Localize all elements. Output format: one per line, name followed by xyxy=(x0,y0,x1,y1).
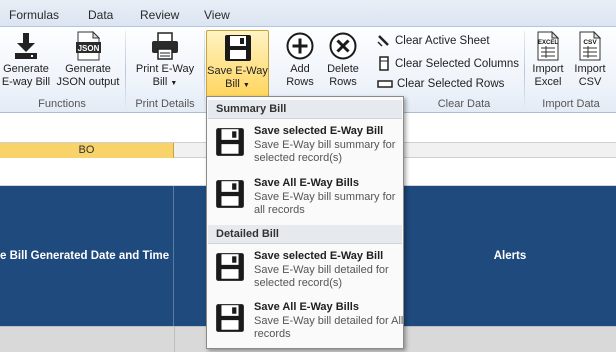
download-icon xyxy=(15,33,37,59)
json-file-icon: JSON xyxy=(76,31,101,61)
group-label-print-details: Print Details xyxy=(135,98,195,110)
tab-formulas[interactable]: Formulas xyxy=(9,8,59,22)
chevron-down-icon: ▼ xyxy=(242,82,250,89)
menu-item-save-all-summary[interactable]: Save All E-Way Bills Save E-Way bill sum… xyxy=(213,174,401,220)
floppy-disk-icon xyxy=(224,35,251,61)
clear-selected-columns-button[interactable]: Clear Selected Columns xyxy=(377,56,519,71)
csv-file-icon: CSV xyxy=(579,31,602,61)
svg-text:CSV: CSV xyxy=(583,39,597,46)
menu-item-save-selected-detailed[interactable]: Save selected E-Way Bill Save E-Way bill… xyxy=(213,247,401,293)
printer-icon xyxy=(152,32,178,60)
floppy-disk-icon xyxy=(216,180,244,208)
add-rows-button[interactable]: Add Rows xyxy=(281,31,319,89)
svg-text:EXCEL: EXCEL xyxy=(538,40,558,46)
menu-item-save-selected-summary[interactable]: Save selected E-Way Bill Save E-Way bill… xyxy=(213,122,401,168)
chevron-down-icon: ▼ xyxy=(170,80,178,87)
print-ewaybill-button[interactable]: Print E-Way Bill ▼ xyxy=(131,31,199,90)
tab-view[interactable]: View xyxy=(204,8,230,22)
menu-section-summary: Summary Bill xyxy=(208,100,402,119)
eraser-icon xyxy=(377,35,389,47)
ribbon-tabs: Formulas Data Review View xyxy=(0,0,616,27)
save-ewaybill-button[interactable]: Save E-Way Bill ▼ xyxy=(206,30,269,98)
header-cell-bill-generated[interactable]: e Bill Generated Date and Time xyxy=(0,186,174,326)
floppy-disk-icon xyxy=(216,253,244,281)
delete-rows-button[interactable]: Delete Rows xyxy=(323,31,363,89)
group-label-functions: Functions xyxy=(38,98,86,110)
clear-active-sheet-button[interactable]: Clear Active Sheet xyxy=(377,34,490,47)
svg-text:JSON: JSON xyxy=(78,44,100,53)
save-ewaybill-dropdown: Summary Bill Save selected E-Way Bill Sa… xyxy=(206,96,404,349)
import-excel-button[interactable]: EXCEL Import Excel xyxy=(528,31,568,89)
menu-item-save-all-detailed[interactable]: Save All E-Way Bills Save E-Way bill det… xyxy=(213,298,403,344)
tab-review[interactable]: Review xyxy=(140,8,179,22)
menu-section-detailed: Detailed Bill xyxy=(208,225,402,244)
tab-data[interactable]: Data xyxy=(88,8,113,22)
generate-json-button[interactable]: JSON Generate JSON output xyxy=(54,31,122,89)
clear-selected-rows-button[interactable]: Clear Selected Rows xyxy=(377,78,504,90)
import-csv-button[interactable]: CSV Import CSV xyxy=(571,31,609,89)
x-circle-icon xyxy=(329,32,357,60)
ribbon-separator xyxy=(524,31,525,111)
generate-ewaybill-button[interactable]: Generate E-way Bill xyxy=(0,31,52,89)
plus-circle-icon xyxy=(286,32,314,60)
ribbon-separator xyxy=(204,31,205,111)
row-icon xyxy=(377,80,393,88)
column-header-bo[interactable]: BO xyxy=(0,143,174,158)
group-label-import-data: Import Data xyxy=(542,98,600,110)
floppy-disk-icon xyxy=(216,128,244,156)
floppy-disk-icon xyxy=(216,304,244,332)
excel-file-icon: EXCEL xyxy=(537,31,560,61)
group-label-clear-data: Clear Data xyxy=(437,98,491,110)
column-icon xyxy=(379,56,389,71)
